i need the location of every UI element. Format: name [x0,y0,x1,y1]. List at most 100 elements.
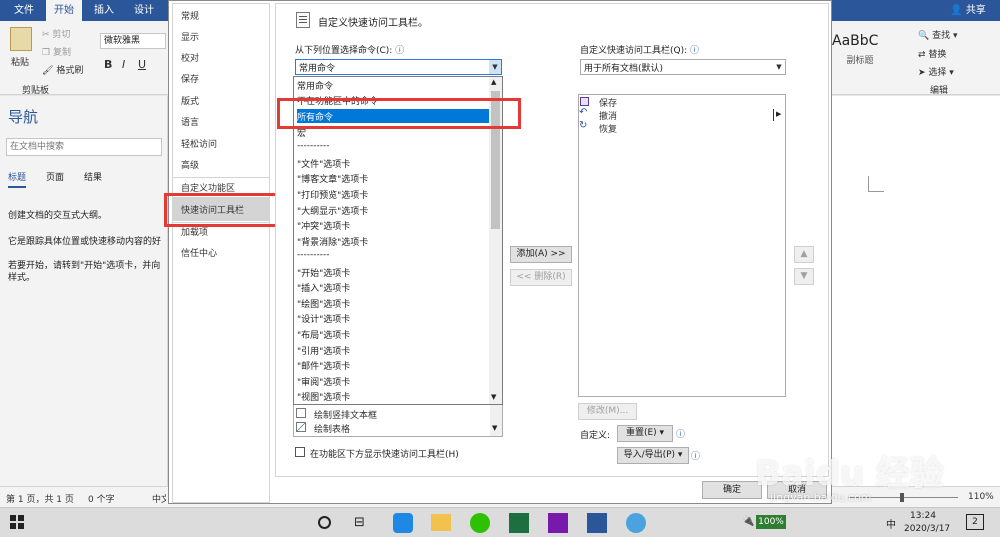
dropdown-item[interactable]: "邮件"选项卡 [297,359,350,372]
nav-tab-headings[interactable]: 标题 [8,170,27,188]
tab-home[interactable]: 开始 [46,0,82,21]
dropdown-item[interactable]: "插入"选项卡 [297,281,350,294]
format-painter-button[interactable]: 🖌 格式刷 [42,63,83,76]
zoom-level[interactable]: 110% [968,492,994,502]
task-view-icon[interactable]: ⊟ [354,515,365,530]
add-button[interactable]: 添加(A) >> [510,246,572,263]
share-button[interactable]: 👤 共享 [942,0,994,21]
excel-icon[interactable] [509,513,529,533]
import-export-button[interactable]: 导入/导出(P) ▾ [617,447,689,464]
cortana-icon[interactable] [318,516,331,529]
move-up-button[interactable]: ▲ [794,246,814,263]
scroll-down-arrow-icon[interactable]: ▼ [491,393,496,401]
word-icon[interactable] [587,513,607,533]
category-accessibility[interactable]: 轻松访问 [181,137,217,150]
reset-button[interactable]: 重置(E) ▾ [617,425,673,442]
page-count: 第 1 页，共 1 页 [6,495,74,505]
dropdown-item[interactable]: "布局"选项卡 [297,328,350,341]
dropdown-item[interactable]: "引用"选项卡 [297,344,350,357]
category-proofing[interactable]: 校对 [181,51,199,64]
dropdown-item[interactable]: "博客文章"选项卡 [297,172,368,185]
document-page[interactable] [830,96,1000,486]
scroll-up-arrow-icon[interactable]: ▲ [491,78,496,86]
move-down-button[interactable]: ▼ [794,268,814,285]
category-language[interactable]: 语言 [181,115,199,128]
command-item[interactable]: 绘制竖排文本框 [314,408,377,421]
tab-file[interactable]: 文件 [6,0,42,21]
category-display[interactable]: 显示 [181,30,199,43]
navigation-pane: 导航 标题 页面 结果 创建文档的交互式大纲。 它是跟踪具体位置或快速移动内容的… [0,96,168,486]
ok-button[interactable]: 确定 [702,481,762,499]
clock-date[interactable]: 2020/3/17 [904,524,950,534]
copy-icon: ❐ [42,48,51,58]
dropdown-item[interactable]: "冲突"选项卡 [297,219,350,232]
paste-button[interactable]: 粘贴 [11,55,29,68]
style-subtitle[interactable]: AaBbC 副标题 [832,33,888,69]
nav-tab-pages[interactable]: 页面 [46,170,64,183]
person-icon: 👤 [950,5,963,16]
choose-commands-combo[interactable]: 常用命令 ▼ [295,59,502,75]
paste-icon[interactable] [10,27,32,51]
italic-button[interactable]: I [122,58,125,71]
app-blue-icon[interactable] [393,513,413,533]
battery-indicator[interactable]: 100% [756,515,786,529]
replace-button[interactable]: ⇄ 替换 [918,47,946,60]
bold-button[interactable]: B [104,58,112,71]
dropdown-item[interactable]: "文件"选项卡 [297,157,350,170]
show-below-ribbon-checkbox[interactable] [295,447,305,457]
dropdown-item[interactable]: "视图"选项卡 [297,390,350,403]
dropdown-item[interactable]: "审阅"选项卡 [297,375,350,388]
save-icon [580,97,589,106]
remove-button[interactable]: << 删除(R) [510,269,572,286]
qat-commands-list[interactable] [578,94,786,397]
tab-design[interactable]: 设计 [126,0,162,21]
choose-commands-text: 从下列位置选择命令(C): [295,46,393,56]
chevron-down-icon[interactable]: ▼ [489,60,501,74]
category-save[interactable]: 保存 [181,72,199,85]
category-advanced[interactable]: 高级 [181,158,199,171]
nav-hint-4: 样式。 [8,273,36,283]
dropdown-item[interactable]: 常用命令 [297,79,333,92]
qat-scope-label: 自定义快速访问工具栏(Q): ⓘ [580,43,699,56]
category-layout[interactable]: 版式 [181,94,199,107]
underline-button[interactable]: U [138,58,146,71]
category-general[interactable]: 常规 [181,9,199,22]
qat-item-undo[interactable]: 撤消 [599,109,617,122]
qat-item-redo[interactable]: 恢复 [599,122,617,135]
onenote-icon[interactable] [548,513,568,533]
dropdown-item[interactable]: "绘图"选项卡 [297,297,350,310]
clock-time[interactable]: 13:24 [910,511,936,521]
font-name-combo[interactable]: 微软雅黑 [100,33,166,49]
dropdown-item[interactable]: "打印预览"选项卡 [297,188,368,201]
command-item[interactable]: 绘制表格 [314,422,350,435]
nav-tab-results[interactable]: 结果 [84,170,102,183]
wechat-icon[interactable] [470,513,490,533]
select-button[interactable]: ➤ 选择 ▾ [918,65,954,78]
taskbar: ⊟ 🔌 100% 中 13:24 2020/3/17 2 [0,507,1000,537]
show-below-ribbon-label[interactable]: 在功能区下方显示快速访问工具栏(H) [310,447,459,460]
chevron-down-icon[interactable]: ▼ [773,60,785,74]
windows-start-icon[interactable] [10,515,24,529]
dropdown-item[interactable]: "开始"选项卡 [297,266,350,279]
textbox-vertical-icon [296,408,306,418]
power-plug-icon[interactable]: 🔌 [742,516,754,527]
dropdown-item[interactable]: "设计"选项卡 [297,312,350,325]
category-trust-center[interactable]: 信任中心 [181,246,217,259]
dropdown-item[interactable]: "背景消除"选项卡 [297,235,368,248]
file-explorer-icon[interactable] [431,514,451,531]
ime-indicator[interactable]: 中 [886,516,896,531]
notification-center-icon[interactable]: 2 [966,514,984,530]
qat-scope-combo[interactable]: 用于所有文档(默认) ▼ [580,59,786,75]
commands-list-scrollbar[interactable]: ▼ [490,404,502,436]
nav-search-input[interactable] [6,138,162,156]
cut-button[interactable]: ✂ 剪切 [42,27,70,40]
dropdown-item[interactable]: "大纲显示"选项卡 [297,204,368,217]
find-button[interactable]: 🔍 查找 ▾ [918,28,958,41]
copy-button[interactable]: ❐ 复制 [42,45,71,58]
qat-item-save[interactable]: 保存 [599,96,617,109]
cursor-icon: ➤ [918,68,926,78]
app-feather-icon[interactable] [626,513,646,533]
scroll-down-arrow-icon[interactable]: ▼ [492,424,497,432]
modify-button[interactable]: 修改(M)... [578,403,637,420]
tab-insert[interactable]: 插入 [86,0,122,21]
